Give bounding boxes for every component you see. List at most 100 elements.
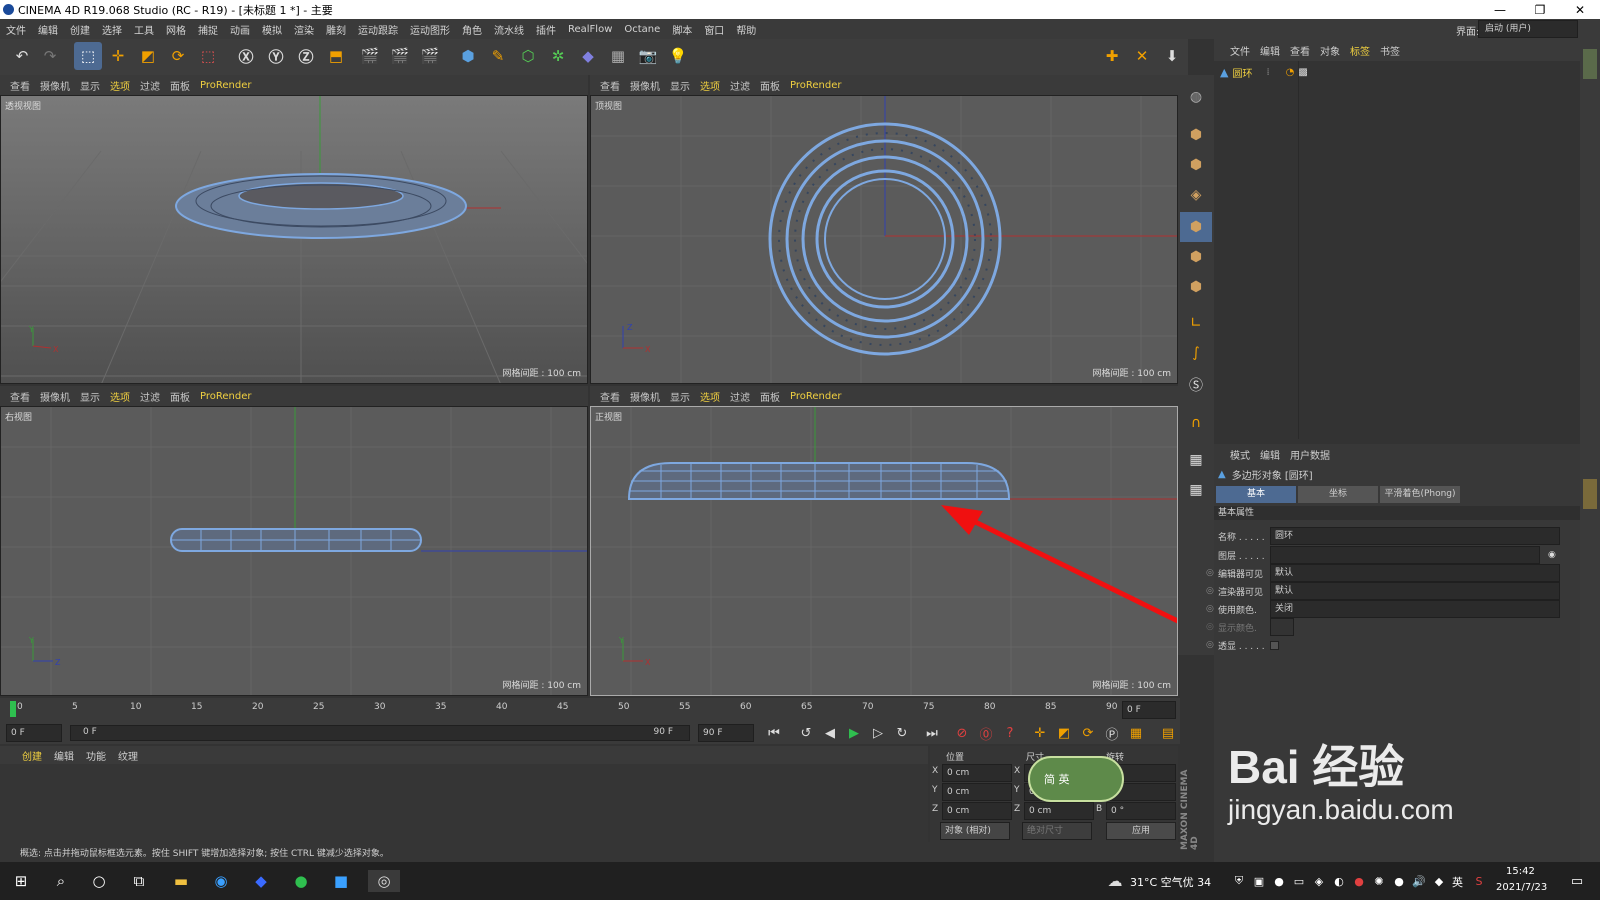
search-icon[interactable]: ⌕ xyxy=(50,870,72,892)
viewport-perspective[interactable]: Y X 透视视图 网格间距 : 100 cm xyxy=(0,95,588,384)
xray-checkbox[interactable] xyxy=(1270,640,1279,650)
vp-display-menu[interactable]: 显示 xyxy=(80,78,100,93)
coord-pos-x[interactable]: 0 cm xyxy=(942,764,1012,782)
key-rotation-icon[interactable]: ⟳ xyxy=(1078,723,1098,743)
menu-animate[interactable]: 动画 xyxy=(224,22,256,37)
attr-tab-phong[interactable]: 平滑着色(Phong) xyxy=(1380,486,1460,503)
coord-size-mode-select[interactable]: 绝对尺寸 xyxy=(1022,822,1092,840)
vp-display-menu[interactable]: 显示 xyxy=(670,389,690,404)
timeline-playhead[interactable] xyxy=(10,701,16,717)
tray-app5-icon[interactable]: ✺ xyxy=(1368,870,1390,892)
menu-simulate[interactable]: 模拟 xyxy=(256,22,288,37)
am-menu-edit[interactable]: 编辑 xyxy=(1260,447,1280,462)
clock-date[interactable]: 2021/7/23 xyxy=(1496,882,1547,893)
menu-snap[interactable]: 捕捉 xyxy=(192,22,224,37)
om-menu-view[interactable]: 查看 xyxy=(1290,43,1310,58)
goto-start-icon[interactable]: ⏮ xyxy=(764,723,784,743)
menu-mograph[interactable]: 运动图形 xyxy=(404,22,456,37)
model-mode-icon[interactable]: ⬢ xyxy=(1180,212,1212,242)
radio-icon[interactable]: ◎ xyxy=(1206,640,1218,650)
side-tab-attributes[interactable] xyxy=(1583,479,1597,509)
tray-app3-icon[interactable]: ◐ xyxy=(1328,870,1350,892)
notification-icon[interactable]: ▭ xyxy=(1566,870,1588,892)
goto-end-icon[interactable]: ⏭ xyxy=(922,723,942,743)
scale-icon[interactable]: ◩ xyxy=(134,42,162,70)
render-view-icon[interactable]: 🎬 xyxy=(356,42,384,70)
coord-rot-b[interactable]: 0 ° xyxy=(1106,802,1176,820)
vp-display-menu[interactable]: 显示 xyxy=(670,78,690,93)
maximize-button[interactable]: ❐ xyxy=(1520,0,1560,19)
vp-panel-menu[interactable]: 面板 xyxy=(170,389,190,404)
vp-panel-menu[interactable]: 面板 xyxy=(760,78,780,93)
app-icon-m[interactable]: ◆ xyxy=(250,870,272,892)
coordinate-system-icon[interactable]: ⬒ xyxy=(322,42,350,70)
floor-lock-icon[interactable]: ▦ xyxy=(1180,475,1212,505)
vp-view-menu[interactable]: 查看 xyxy=(10,78,30,93)
vp-camera-menu[interactable]: 摄像机 xyxy=(40,389,70,404)
next-key-icon[interactable]: ↻ xyxy=(892,723,912,743)
autokey-icon[interactable]: ⓪ xyxy=(976,723,996,743)
attr-tab-basic[interactable]: 基本 xyxy=(1216,486,1296,503)
y-axis-lock-icon[interactable]: Ⓨ xyxy=(262,42,290,70)
radio-icon[interactable]: ◎ xyxy=(1206,604,1218,614)
download-icon[interactable]: ⬇ xyxy=(1158,42,1186,70)
app-icon-blue[interactable]: ■ xyxy=(330,870,352,892)
timeline-ruler[interactable]: 0 5 10 15 20 25 30 35 40 45 50 55 60 65 … xyxy=(0,698,1180,722)
undo-icon[interactable]: ↶ xyxy=(8,42,36,70)
key-param-icon[interactable]: Ⓟ xyxy=(1102,723,1122,743)
menu-file[interactable]: 文件 xyxy=(0,22,32,37)
layer-picker-icon[interactable]: ◉ xyxy=(1548,550,1556,560)
snap-mode-icon[interactable]: Ⓢ xyxy=(1180,370,1212,400)
record-icon[interactable]: ⊘ xyxy=(952,723,972,743)
clock-time[interactable]: 15:42 xyxy=(1506,866,1535,877)
radio-icon[interactable]: ◎ xyxy=(1206,586,1218,596)
mat-menu-function[interactable]: 功能 xyxy=(86,748,106,763)
viewport-solo-icon[interactable]: ◍ xyxy=(1180,82,1212,112)
grid-lock-icon[interactable]: ▦ xyxy=(1180,445,1212,475)
snap-icon[interactable]: ✕ xyxy=(1128,42,1156,70)
viewport-right[interactable]: Y Z 右视图 网格间距 : 100 cm xyxy=(0,406,588,696)
menu-mesh[interactable]: 网格 xyxy=(160,22,192,37)
mograph-icon[interactable]: ✲ xyxy=(544,42,572,70)
vp-options-menu[interactable]: 选项 xyxy=(700,389,720,404)
vp-prorender-menu[interactable]: ProRender xyxy=(200,80,251,91)
visibility-toggle-icon[interactable]: ⁞ xyxy=(1266,67,1269,78)
editor-visible-select[interactable]: 默认 xyxy=(1270,564,1560,582)
display-color-swatch[interactable] xyxy=(1270,618,1294,636)
menu-select[interactable]: 选择 xyxy=(96,22,128,37)
coord-pos-z[interactable]: 0 cm xyxy=(942,802,1012,820)
task-view-icon[interactable]: ⧉ xyxy=(128,870,150,892)
mat-menu-edit[interactable]: 编辑 xyxy=(54,748,74,763)
radio-icon[interactable]: ◎ xyxy=(1206,622,1218,632)
vp-filter-menu[interactable]: 过滤 xyxy=(140,78,160,93)
tray-mic-icon[interactable]: ● xyxy=(1268,870,1290,892)
vp-camera-menu[interactable]: 摄像机 xyxy=(40,78,70,93)
menu-edit[interactable]: 编辑 xyxy=(32,22,64,37)
file-explorer-icon[interactable]: ▬ xyxy=(170,870,192,892)
edges-mode-icon[interactable]: ⬢ xyxy=(1180,242,1212,272)
menu-motion-tracker[interactable]: 运动跟踪 xyxy=(352,22,404,37)
key-pla-icon[interactable]: ▦ xyxy=(1126,723,1146,743)
mat-menu-create[interactable]: 创建 xyxy=(22,748,42,763)
redo-icon[interactable]: ↷ xyxy=(36,42,64,70)
tray-sogou-icon[interactable]: S xyxy=(1468,870,1490,892)
timeline-window-icon[interactable]: ▤ xyxy=(1158,723,1178,743)
prev-key-icon[interactable]: ↺ xyxy=(796,723,816,743)
vp-options-menu[interactable]: 选项 xyxy=(110,389,130,404)
menu-sculpt[interactable]: 雕刻 xyxy=(320,22,352,37)
side-tab-objects[interactable] xyxy=(1583,49,1597,79)
radio-icon[interactable]: ◎ xyxy=(1206,568,1218,578)
tray-app6-icon[interactable]: ◆ xyxy=(1428,870,1450,892)
tray-wechat-icon[interactable]: ● xyxy=(1388,870,1410,892)
vp-options-menu[interactable]: 选项 xyxy=(700,78,720,93)
tray-shield-icon[interactable]: ⛨ xyxy=(1228,870,1250,892)
next-frame-icon[interactable]: ▷ xyxy=(868,723,888,743)
tray-volume-icon[interactable]: 🔊 xyxy=(1408,870,1430,892)
render-picture-viewer-icon[interactable]: 🎬 xyxy=(386,42,414,70)
current-frame-field[interactable]: 0 F xyxy=(1122,701,1176,719)
menu-tools[interactable]: 工具 xyxy=(128,22,160,37)
rotate-icon[interactable]: ⟳ xyxy=(164,42,192,70)
use-color-select[interactable]: 关闭 xyxy=(1270,600,1560,618)
close-button[interactable]: ✕ xyxy=(1560,0,1600,19)
polygons-mode-icon[interactable]: ⬢ xyxy=(1180,272,1212,302)
